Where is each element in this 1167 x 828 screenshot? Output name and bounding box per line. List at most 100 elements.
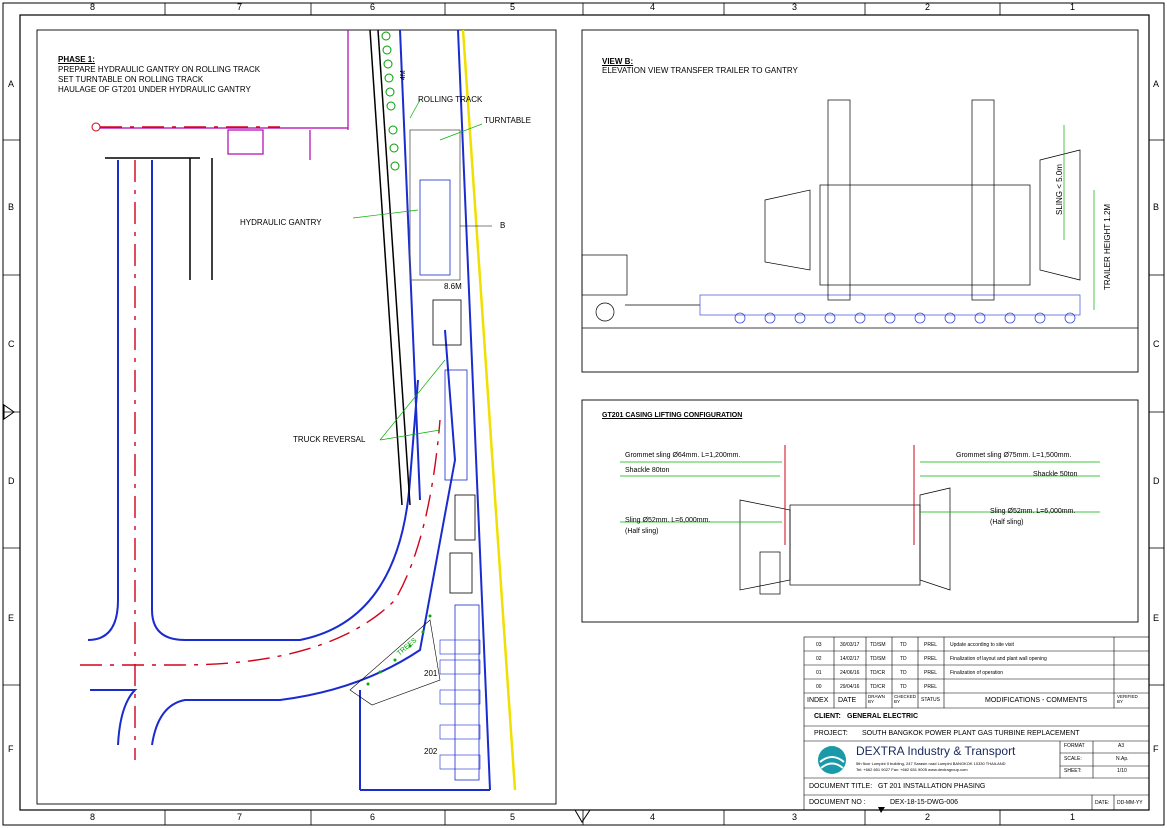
- date-label: DATE:: [1095, 800, 1110, 806]
- col-label-bottom: 6: [370, 812, 376, 822]
- left-sling-label: Sling Ø52mm. L=6,000mm.: [625, 517, 711, 524]
- rev-date: 24/06/16: [840, 670, 860, 676]
- rev-checked: TD: [900, 642, 907, 648]
- left-grommet-label: Grommet sling Ø64mm. L=1,200mm.: [625, 452, 741, 459]
- date-value: DD-MM-YY: [1117, 800, 1143, 806]
- section-b-label: B: [500, 221, 506, 230]
- rolling-track-label: ROLLING TRACK: [418, 95, 483, 104]
- lifting-slings: [784, 445, 915, 545]
- unit-202-label: 202: [424, 747, 438, 756]
- unit-201-label: 201: [424, 669, 438, 678]
- track-rollers: [381, 31, 400, 171]
- header-status: STATUS: [921, 697, 940, 703]
- col-label-bottom: 5: [510, 812, 516, 822]
- rev-comment: Update according to site visit: [950, 642, 1014, 648]
- row-label-right: D: [1153, 476, 1160, 486]
- building-walls: [100, 30, 349, 160]
- col-label-top: 1: [1070, 2, 1076, 12]
- col-label-bottom: 3: [792, 812, 798, 822]
- format-label: FORMAT: [1064, 743, 1085, 749]
- header-modifications: MODIFICATIONS - COMMENTS: [985, 697, 1088, 704]
- center-mark-bottom: [574, 809, 591, 823]
- rev-drawn: TD/SM: [870, 656, 886, 662]
- project-value: SOUTH BANGKOK POWER PLANT GAS TURBINE RE…: [862, 730, 1080, 737]
- row-label-left: D: [8, 476, 15, 486]
- rev-index: 03: [816, 642, 822, 648]
- inner-frame: [19, 14, 1150, 811]
- doc-title-value: GT 201 INSTALLATION PHASING: [878, 783, 986, 790]
- rev-drawn: TD/SM: [870, 642, 886, 648]
- dim-8-6m-label: 8.6M: [444, 282, 462, 291]
- right-grommet-label: Grommet sling Ø75mm. L=1,500mm.: [956, 452, 1072, 459]
- col-label-bottom: 7: [237, 812, 243, 822]
- col-label-top: 2: [925, 2, 931, 12]
- right-half-sling-label: (Half sling): [990, 519, 1024, 526]
- col-label-top: 3: [792, 2, 798, 12]
- rev-drawn: TD/CR: [870, 670, 886, 676]
- scale-value: N.Ap.: [1116, 756, 1129, 762]
- sheet-value: 1/10: [1117, 768, 1127, 774]
- right-shackle-label: Shackle 50ton: [1033, 471, 1078, 478]
- row-label-right: C: [1153, 339, 1160, 349]
- row-label-left: C: [8, 339, 15, 349]
- rev-drawn: TD/CR: [870, 684, 886, 690]
- right-sling-label: Sling Ø52mm. L=6,000mm.: [990, 508, 1076, 515]
- sling-label: SLING < 5.0m: [1055, 164, 1064, 215]
- col-label-bottom: 4: [650, 812, 656, 822]
- transport-units: [409, 129, 480, 781]
- elevation-wheels: [734, 312, 1076, 324]
- col-label-bottom: 1: [1070, 812, 1076, 822]
- turntable-label: TURNTABLE: [484, 116, 531, 125]
- col-label-top: 8: [90, 2, 96, 12]
- rolling-track-lines: [105, 29, 411, 506]
- row-label-right: F: [1153, 744, 1159, 754]
- rev-index: 00: [816, 684, 822, 690]
- header-checked: CHECKED BY: [894, 694, 917, 704]
- rev-index: 01: [816, 670, 822, 676]
- view-b-subtitle: ELEVATION VIEW TRANSFER TRAILER TO GANTR…: [602, 66, 798, 75]
- rev-checked: TD: [900, 684, 907, 690]
- row-label-left: B: [8, 202, 15, 212]
- phase-line: HAULAGE OF GT201 UNDER HYDRAULIC GANTRY: [58, 85, 251, 94]
- hydraulic-gantry-label: HYDRAULIC GANTRY: [240, 218, 322, 227]
- rev-status: PREL: [924, 670, 938, 676]
- col-label-bottom: 2: [925, 812, 931, 822]
- col-label-top: 4: [650, 2, 656, 12]
- site-boundary-line: [461, 29, 517, 791]
- sheet-label: SHEET:: [1064, 768, 1082, 774]
- plan-panel: [36, 29, 557, 805]
- rev-comment: Finalization of operation: [950, 670, 1004, 676]
- view-b-title: VIEW B:: [602, 57, 634, 66]
- rev-index: 02: [816, 656, 822, 662]
- casing-drawing: [739, 487, 951, 595]
- phase-title: PHASE 1:: [58, 55, 95, 64]
- rev-date: 14/02/17: [840, 656, 860, 662]
- rev-date: 30/03/17: [840, 642, 860, 648]
- row-label-right: B: [1153, 202, 1160, 212]
- company-address: 5th floor Lumpini II building, 247 Saras…: [856, 761, 1006, 766]
- trailer-axles: [439, 639, 481, 770]
- lifting-title: GT201 CASING LIFTING CONFIGURATION: [602, 412, 743, 419]
- scale-label: SCALE:: [1064, 756, 1082, 762]
- project-label: PROJECT:: [814, 730, 848, 737]
- left-shackle-label: Shackle 80ton: [625, 467, 670, 474]
- rev-status: PREL: [924, 684, 938, 690]
- rev-date: 29/04/16: [840, 684, 860, 690]
- left-half-sling-label: (Half sling): [625, 528, 659, 535]
- reference-marker: [91, 122, 101, 132]
- dim-4m-label: 4M: [400, 70, 407, 80]
- trailer-height-label: TRAILER HEIGHT 1.2M: [1103, 203, 1112, 290]
- col-label-bottom: 8: [90, 812, 96, 822]
- header-drawn: DRAWN BY: [868, 694, 885, 704]
- rev-status: PREL: [924, 642, 938, 648]
- rev-status: PREL: [924, 656, 938, 662]
- doc-no-label: DOCUMENT NO :: [809, 799, 866, 806]
- phase-line: PREPARE HYDRAULIC GANTRY ON ROLLING TRAC…: [58, 65, 261, 74]
- rev-comment: Finalization of layout and plant wall op…: [950, 656, 1047, 662]
- row-label-left: E: [8, 613, 15, 623]
- row-label-left: F: [8, 744, 14, 754]
- company-contact: Tel: +662 651 9027 Fax: +662 651 9005 ww…: [856, 767, 968, 772]
- doc-no-value: DEX-18-15-DWG-006: [890, 799, 959, 806]
- format-value: A3: [1118, 743, 1125, 749]
- company-name: DEXTRA Industry & Transport: [856, 744, 1016, 758]
